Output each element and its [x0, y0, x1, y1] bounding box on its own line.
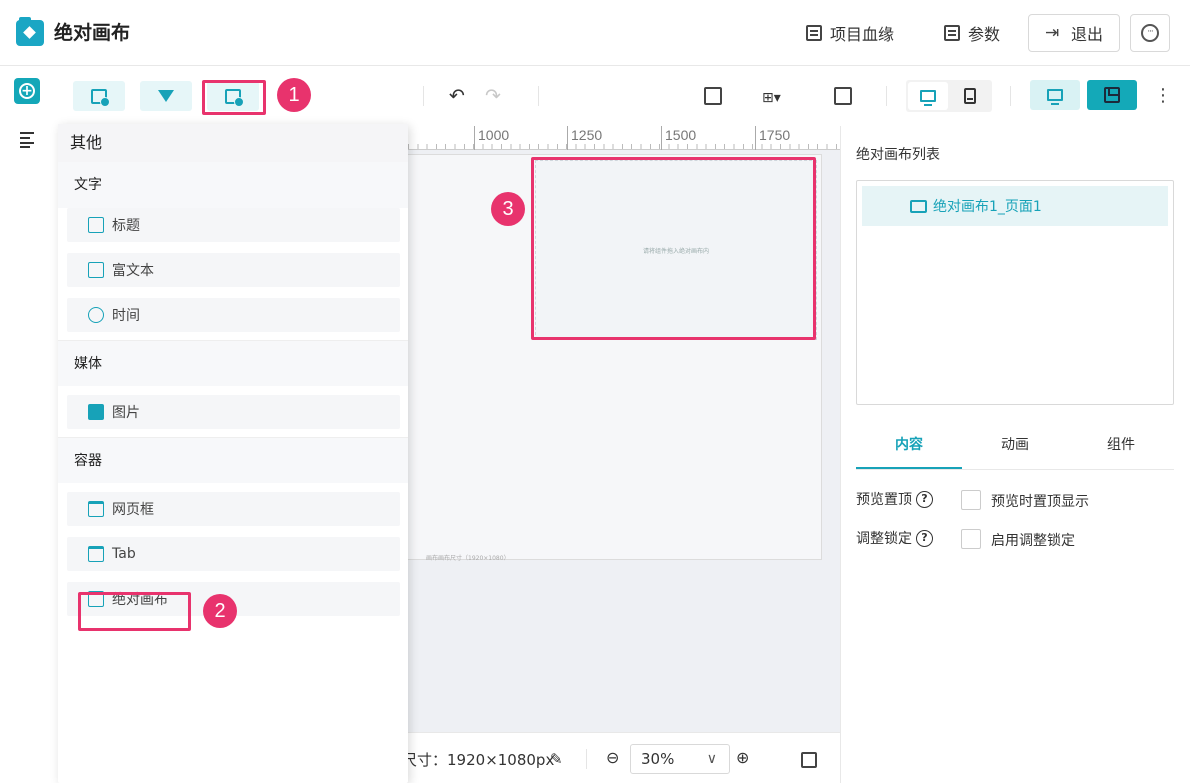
- preview-button[interactable]: [1030, 80, 1080, 110]
- ruler-tick: 1250: [567, 126, 602, 150]
- page-size-hint: 画布画布尺寸（1920×1080）: [426, 555, 510, 562]
- project-lineage-button[interactable]: 项目血缘: [806, 14, 894, 52]
- preview-pin-label: 预览置顶: [856, 492, 912, 508]
- ruler-tick: 1500: [661, 126, 696, 150]
- edit-size-icon[interactable]: ✎: [550, 750, 563, 768]
- mobile-icon: [964, 88, 976, 104]
- zoom-in-icon[interactable]: ⊕: [736, 748, 749, 767]
- clock-icon: [88, 307, 104, 323]
- annotation-highlight-1: [202, 80, 266, 115]
- redo-icon[interactable]: ↷: [485, 86, 501, 106]
- page-settings-icon[interactable]: [834, 87, 852, 105]
- app-header: 绝对画布 项目血缘 参数 ⇥ 退出 ···: [0, 0, 1190, 66]
- more-button[interactable]: ···: [1130, 14, 1170, 52]
- chart-add-icon: [91, 88, 110, 107]
- toolbar-divider: [423, 86, 424, 106]
- params-icon: [944, 25, 960, 41]
- fit-screen-icon[interactable]: [801, 752, 817, 768]
- settings-tabs: 内容 动画 组件: [856, 424, 1174, 470]
- annotation-badge-3: 3: [491, 192, 525, 226]
- zoom-out-icon[interactable]: ⊖: [606, 748, 619, 767]
- save-button[interactable]: [1087, 80, 1137, 110]
- help-icon[interactable]: ?: [916, 490, 933, 508]
- annotation-highlight-3: [531, 157, 816, 340]
- toolbar-divider: [538, 86, 539, 106]
- menu-item-tab[interactable]: Tab: [67, 537, 400, 571]
- folder-tab-icon: [88, 546, 104, 562]
- brush-icon[interactable]: [704, 87, 722, 105]
- pc-view-button[interactable]: [908, 82, 948, 110]
- add-filter-button[interactable]: [140, 81, 192, 111]
- annotation-badge-1: 1: [277, 78, 311, 112]
- annotation-badge-2: 2: [203, 594, 237, 628]
- webpage-frame-icon: [88, 501, 104, 517]
- chevron-down-icon: ∨: [706, 751, 717, 767]
- lineage-icon: [806, 25, 822, 41]
- params-label: 参数: [968, 25, 1001, 44]
- bottom-bar: 尺寸：1920×1080px ✎ ⊖ 30% ∨ ⊕: [402, 732, 840, 783]
- menu-item-time[interactable]: 时间: [67, 298, 400, 332]
- tab-content[interactable]: 内容: [856, 424, 962, 469]
- canvas-list-title: 绝对画布列表: [856, 147, 940, 163]
- lock-label: 调整锁定: [856, 531, 912, 547]
- canvas-list: 绝对画布1_页面1: [856, 180, 1174, 405]
- menu-item-rich-text[interactable]: 富文本: [67, 253, 400, 287]
- more-dots-icon: ···: [1141, 24, 1159, 42]
- app-logo-icon: [16, 17, 44, 46]
- rich-text-icon: [88, 262, 104, 278]
- monitor-icon: [920, 90, 936, 106]
- exit-icon: ⇥: [1044, 23, 1060, 43]
- project-lineage-label: 项目血缘: [830, 25, 895, 44]
- tab-component[interactable]: 组件: [1068, 424, 1174, 469]
- exit-label: 退出: [1070, 25, 1103, 44]
- ruler-tick: 1000: [474, 126, 509, 150]
- exit-button[interactable]: ⇥ 退出: [1028, 14, 1120, 52]
- menu-item-iframe[interactable]: 网页框: [67, 492, 400, 526]
- save-icon: [1104, 87, 1120, 103]
- title-text-icon: [88, 217, 104, 233]
- lock-checkbox-label: 启用调整锁定: [991, 533, 1075, 549]
- lock-checkbox[interactable]: [961, 529, 981, 549]
- params-button[interactable]: 参数: [944, 14, 1000, 52]
- tab-animation[interactable]: 动画: [962, 424, 1068, 469]
- right-panel: 绝对画布列表 绝对画布1_页面1 内容 动画 组件 预览置顶 ? 预览时置顶显示…: [840, 126, 1190, 783]
- image-icon: [88, 404, 104, 420]
- outline-icon[interactable]: [20, 132, 38, 148]
- add-chart-button[interactable]: [73, 81, 125, 111]
- zoom-value: 30%: [641, 750, 675, 768]
- zoom-select[interactable]: 30% ∨: [630, 744, 730, 774]
- section-heading: 文字: [58, 162, 408, 208]
- preview-pin-checkbox[interactable]: [961, 490, 981, 510]
- page-title: 绝对画布: [54, 22, 131, 44]
- help-icon[interactable]: ?: [916, 529, 933, 547]
- left-sidebar: +: [0, 66, 58, 783]
- inbox-icon: [910, 199, 927, 213]
- bottom-divider: [586, 749, 587, 769]
- undo-icon[interactable]: ↶: [449, 86, 465, 106]
- horizontal-ruler: 1000 1250 1500 1750: [408, 126, 840, 150]
- dropdown-category: 其他: [58, 124, 408, 162]
- device-toggle: [906, 80, 992, 112]
- section-heading: 容器: [58, 437, 408, 483]
- canvas-size: 尺寸：1920×1080px: [402, 751, 555, 769]
- toolbar-divider: [1010, 86, 1011, 106]
- filter-add-icon: [158, 90, 174, 102]
- canvas-list-item[interactable]: 绝对画布1_页面1: [862, 186, 1168, 226]
- menu-item-title[interactable]: 标题: [67, 208, 400, 242]
- toolbar-divider: [886, 86, 887, 106]
- preview-pin-row: 预览置顶 ?: [856, 488, 933, 510]
- annotation-highlight-2: [78, 592, 191, 631]
- more-vertical-icon[interactable]: ⋮: [1154, 86, 1172, 106]
- mobile-view-button[interactable]: [950, 82, 990, 110]
- preview-icon: [1047, 89, 1063, 105]
- menu-item-image[interactable]: 图片: [67, 395, 400, 429]
- preview-pin-checkbox-label: 预览时置顶显示: [991, 494, 1089, 510]
- add-component-icon[interactable]: +: [14, 78, 40, 104]
- align-distribute-icon[interactable]: ⊞▾: [762, 88, 781, 108]
- ruler-tick: 1750: [755, 126, 790, 150]
- component-dropdown: 其他 文字 标题 富文本 时间 媒体 图片 容器 网页框 Tab 绝对画布: [58, 124, 408, 783]
- section-heading: 媒体: [58, 340, 408, 386]
- lock-row: 调整锁定 ?: [856, 527, 933, 549]
